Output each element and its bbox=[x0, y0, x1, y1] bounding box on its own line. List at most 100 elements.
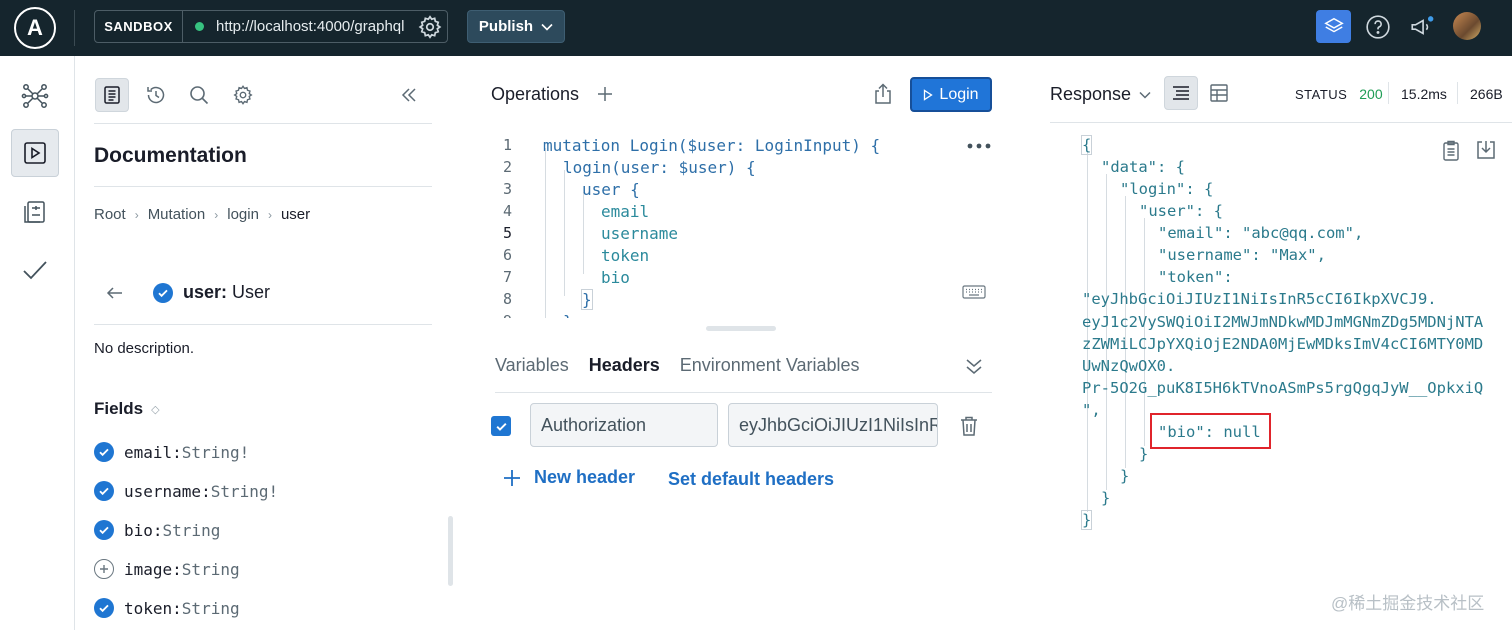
collapse-chevron-icon[interactable] bbox=[964, 357, 984, 375]
tab-environment-variables[interactable]: Environment Variables bbox=[680, 355, 860, 376]
add-tab-icon[interactable] bbox=[596, 85, 614, 103]
indent-guide bbox=[1106, 174, 1107, 490]
response-line: "email": "abc@qq.com", bbox=[1158, 224, 1364, 242]
header-enabled-checkbox[interactable] bbox=[491, 416, 511, 436]
response-title-label: Response bbox=[1050, 84, 1132, 104]
selected-check-icon[interactable] bbox=[153, 282, 173, 303]
share-icon[interactable] bbox=[873, 83, 893, 105]
response-line: "token": bbox=[1158, 268, 1233, 286]
endpoint-url-input[interactable]: http://localhost:4000/graphql bbox=[216, 18, 417, 35]
logo-glyph: A bbox=[27, 15, 43, 40]
breadcrumb-root[interactable]: Root bbox=[94, 206, 126, 223]
play-icon bbox=[923, 88, 934, 101]
breadcrumb-login[interactable]: login bbox=[227, 206, 259, 223]
response-line: } bbox=[1120, 467, 1130, 485]
publish-button[interactable]: Publish bbox=[467, 10, 565, 43]
selected-check-icon[interactable] bbox=[94, 442, 114, 462]
run-button-label: Login bbox=[939, 85, 979, 103]
indent-guide bbox=[583, 192, 584, 274]
avatar[interactable] bbox=[1453, 12, 1481, 40]
sandbox-label: SANDBOX bbox=[95, 11, 183, 42]
operations-title: Operations bbox=[491, 84, 580, 104]
field-row-username[interactable]: username:String! bbox=[94, 481, 278, 501]
field-row-email[interactable]: email:String! bbox=[94, 442, 249, 462]
top-bar: A SANDBOX http://localhost:4000/graphql … bbox=[0, 0, 1512, 56]
status-label: STATUS bbox=[1295, 87, 1348, 102]
code-line: } bbox=[581, 289, 593, 310]
line-number: 2 bbox=[502, 158, 512, 176]
response-title[interactable]: Response bbox=[1050, 84, 1151, 105]
chevron-down-icon bbox=[1139, 91, 1151, 99]
indent-guide bbox=[564, 170, 565, 296]
chevron-right-icon: › bbox=[267, 207, 272, 222]
field-description: No description. bbox=[94, 340, 195, 357]
field-name: bio: bbox=[124, 520, 163, 540]
schema-icon[interactable] bbox=[1316, 10, 1351, 43]
copy-icon[interactable] bbox=[1441, 140, 1461, 162]
line-number: 9 bbox=[482, 312, 512, 318]
search-icon[interactable] bbox=[182, 78, 216, 112]
help-icon[interactable] bbox=[1360, 9, 1396, 45]
variables-panel: Variables Headers Environment Variables … bbox=[462, 339, 1034, 630]
indent-guide bbox=[545, 148, 546, 318]
variables-tabs: Variables Headers Environment Variables bbox=[495, 355, 860, 376]
field-type-label: User bbox=[232, 282, 271, 302]
operation-editor[interactable]: 1 2 3 4 5 6 7 8 9 mutation Login($user: … bbox=[462, 126, 1020, 318]
scrollbar[interactable] bbox=[448, 516, 453, 586]
indent-guide bbox=[1144, 218, 1145, 446]
set-default-headers-button[interactable]: Set default headers bbox=[668, 469, 834, 490]
code-line: email bbox=[601, 202, 650, 221]
endpoint-box[interactable]: SANDBOX http://localhost:4000/graphql bbox=[94, 10, 448, 43]
json-view-icon[interactable] bbox=[1164, 76, 1198, 110]
response-line: "user": { bbox=[1139, 202, 1223, 220]
header-key-input[interactable]: Authorization bbox=[530, 403, 718, 447]
fields-heading: Fields ◇ bbox=[94, 399, 160, 419]
documentation-panel: Documentation Root › Mutation › login › … bbox=[75, 56, 461, 630]
response-line: eyJ1c2VySWQiOiI2MWJmNDkwMDJmMGNmZDg5MDNj… bbox=[1082, 313, 1484, 331]
field-name: email: bbox=[124, 442, 182, 462]
graph-icon[interactable] bbox=[11, 72, 59, 120]
field-row-bio[interactable]: bio:String bbox=[94, 520, 220, 540]
collapse-panel-icon[interactable] bbox=[392, 78, 426, 112]
keyboard-icon[interactable] bbox=[962, 285, 986, 299]
left-rail bbox=[0, 56, 75, 630]
code-line: } bbox=[563, 312, 573, 318]
breadcrumb-mutation[interactable]: Mutation bbox=[148, 206, 206, 223]
trash-icon[interactable] bbox=[959, 415, 979, 437]
sort-icon[interactable]: ◇ bbox=[151, 403, 159, 416]
response-size: 266B bbox=[1470, 86, 1503, 102]
megaphone-icon[interactable] bbox=[1404, 9, 1440, 45]
checks-list-icon[interactable] bbox=[11, 188, 59, 236]
run-login-button[interactable]: Login bbox=[910, 77, 992, 112]
response-line: zZWMiLCJpYXQiOjE2NDA0MjEwMDksImV4cCI6MTY… bbox=[1082, 335, 1484, 353]
checkmark-icon[interactable] bbox=[11, 246, 59, 294]
resize-handle[interactable] bbox=[706, 326, 776, 331]
settings-gear-icon[interactable] bbox=[226, 78, 260, 112]
history-icon[interactable] bbox=[139, 78, 173, 112]
new-header-button[interactable]: New header bbox=[502, 467, 635, 488]
header-value-input[interactable]: eyJhbGciOiJIUzI1NiIsInR bbox=[728, 403, 938, 447]
field-row-token[interactable]: token:String bbox=[94, 598, 240, 618]
selected-check-icon[interactable] bbox=[94, 520, 114, 540]
tab-variables[interactable]: Variables bbox=[495, 355, 569, 376]
line-number: 3 bbox=[502, 180, 512, 198]
selected-check-icon[interactable] bbox=[94, 598, 114, 618]
divider bbox=[94, 324, 432, 325]
response-line: UwNzQwOX0. bbox=[1082, 357, 1176, 375]
download-icon[interactable] bbox=[1475, 139, 1497, 161]
docs-tab-icon[interactable] bbox=[95, 78, 129, 112]
breadcrumb: Root › Mutation › login › user bbox=[94, 206, 310, 223]
response-time: 15.2ms bbox=[1401, 86, 1447, 102]
gear-icon[interactable] bbox=[417, 14, 443, 40]
apollo-logo[interactable]: A bbox=[14, 7, 56, 49]
field-row-image[interactable]: image:String bbox=[94, 559, 240, 579]
add-field-icon[interactable] bbox=[94, 559, 114, 579]
tab-headers[interactable]: Headers bbox=[589, 355, 660, 376]
back-arrow-icon[interactable] bbox=[105, 283, 125, 303]
code-line: mutation Login($user: LoginInput) { bbox=[543, 136, 881, 155]
response-line: } bbox=[1101, 489, 1111, 507]
bio-null-highlight-box bbox=[1150, 413, 1271, 449]
table-view-icon[interactable] bbox=[1202, 76, 1236, 110]
selected-check-icon[interactable] bbox=[94, 481, 114, 501]
explorer-icon[interactable] bbox=[11, 129, 59, 177]
